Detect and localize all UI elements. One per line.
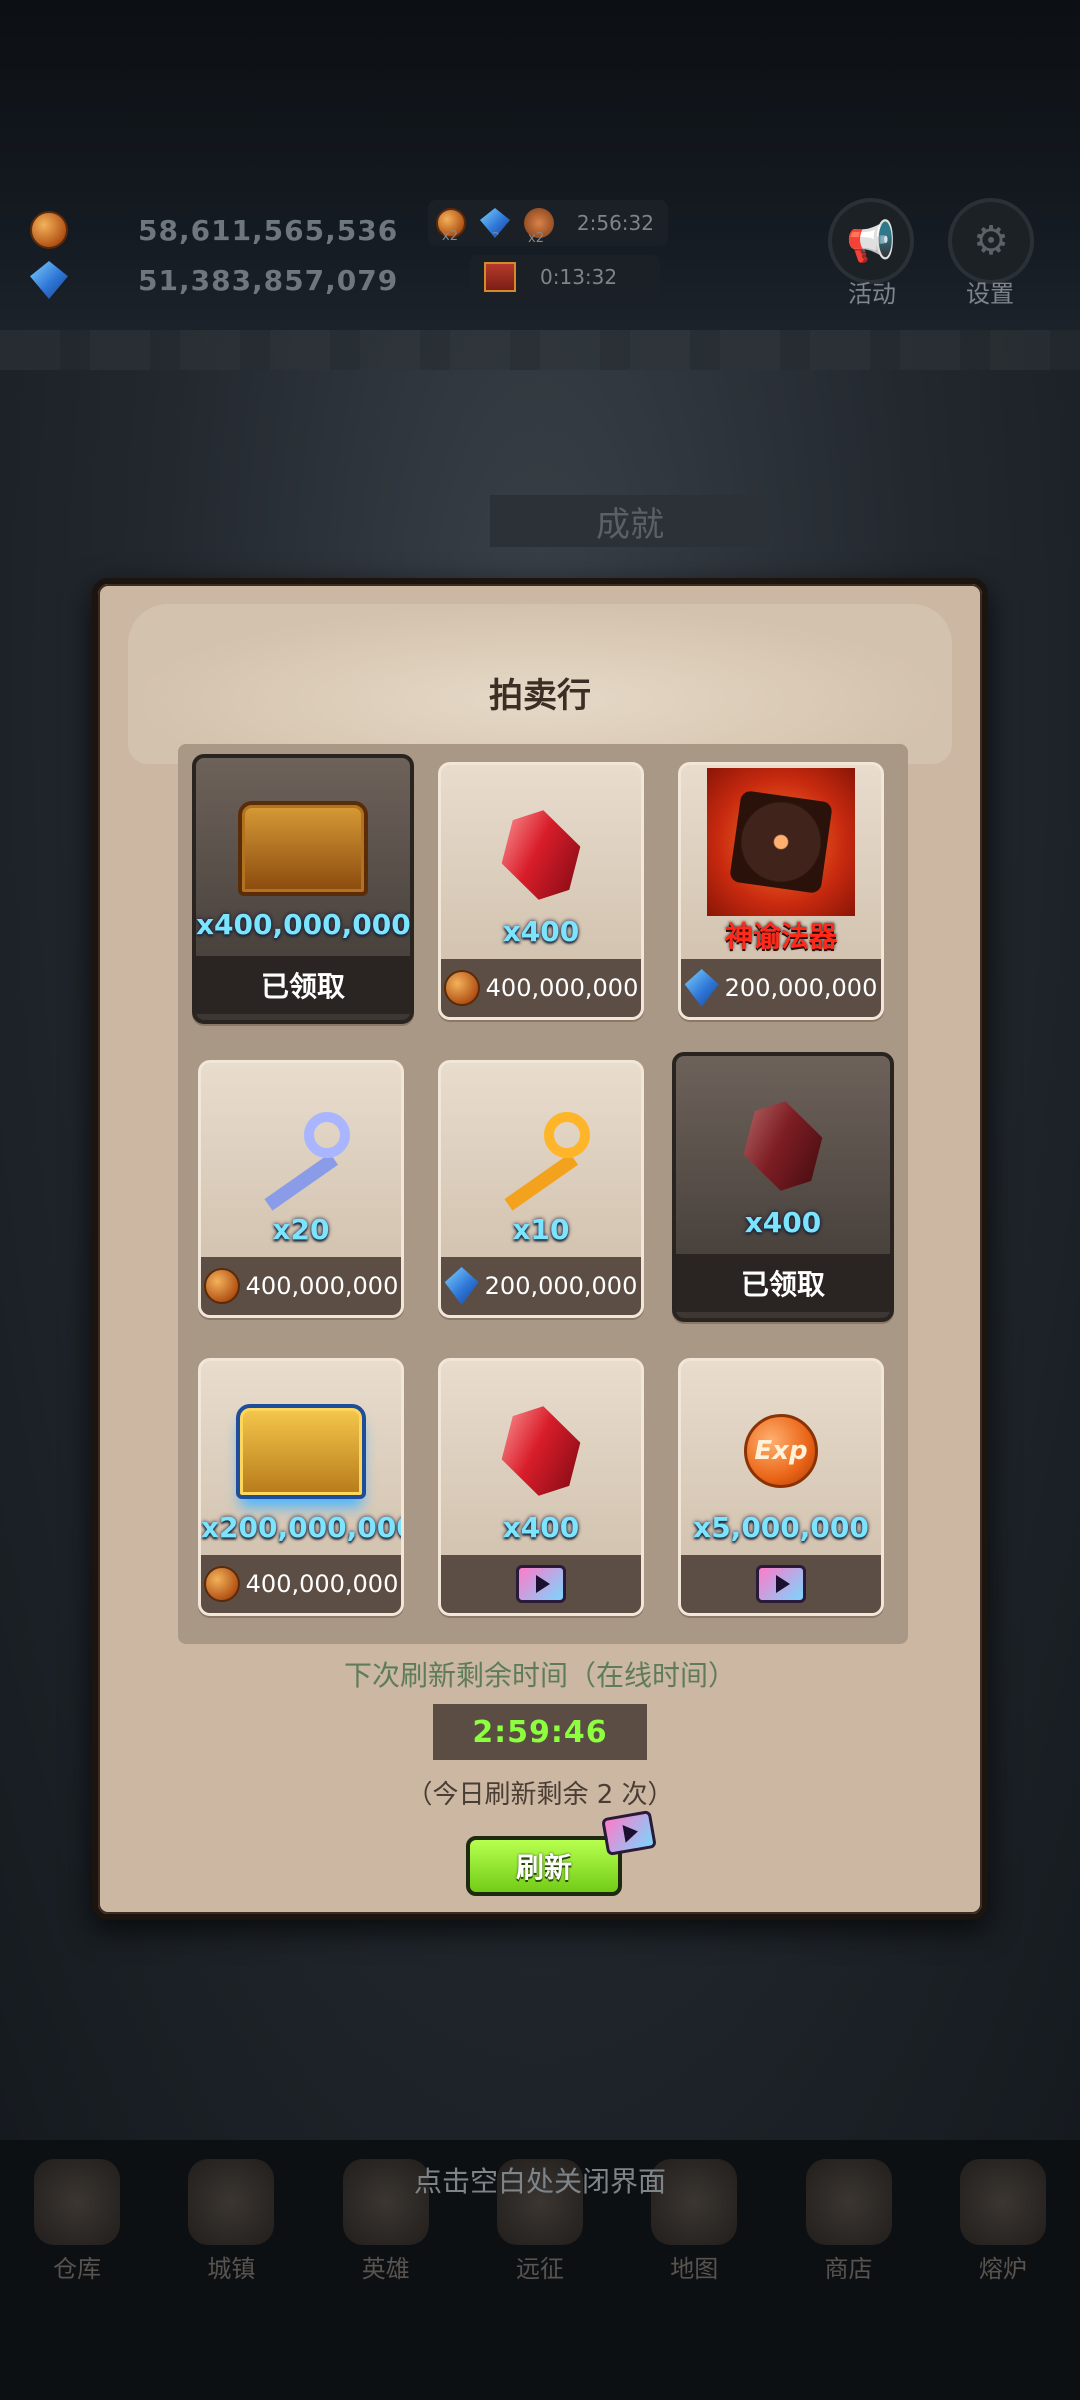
events-label: 活动 bbox=[848, 280, 896, 308]
gold-counter: 58,611,565,536 bbox=[30, 206, 397, 254]
diamond-amount: 51,383,857,079 bbox=[138, 263, 399, 297]
refresh-timer: 2:59:46 bbox=[433, 1704, 647, 1760]
diamond-counter: 51,383,857,079 bbox=[30, 256, 397, 304]
price-tag[interactable]: 200,000,000 bbox=[441, 1257, 641, 1315]
price-tag[interactable]: 200,000,000 bbox=[681, 959, 881, 1017]
boost-timer: 2:56:32 bbox=[576, 211, 654, 235]
gold-coin-icon bbox=[30, 211, 68, 249]
refresh-info: 下次刷新剩余时间（在线时间） bbox=[343, 1659, 736, 1692]
item-quantity: x5,000,000 bbox=[693, 1511, 869, 1544]
panel-title: 拍卖行 bbox=[489, 676, 591, 716]
price-tag[interactable]: 400,000,000 bbox=[441, 959, 641, 1017]
item-quantity: x400 bbox=[502, 915, 580, 948]
item-quantity: x400 bbox=[744, 1206, 822, 1239]
video-icon bbox=[516, 1565, 566, 1603]
auction-item-5[interactable]: x10 200,000,000 bbox=[438, 1060, 644, 1318]
diamond-boost-icon: x2 bbox=[480, 208, 510, 238]
refresh-button[interactable]: 刷新 bbox=[466, 1836, 622, 1896]
gold-chest-icon bbox=[238, 800, 368, 896]
watch-video-price[interactable] bbox=[681, 1555, 881, 1613]
gold-coin-icon bbox=[203, 1566, 240, 1602]
item-quantity: x400,000,000 bbox=[196, 908, 411, 941]
auction-item-4[interactable]: x20 400,000,000 bbox=[198, 1060, 404, 1318]
auction-item-8[interactable]: x400 bbox=[438, 1358, 644, 1616]
ruby-icon bbox=[490, 803, 592, 908]
gold-coin-icon bbox=[203, 1268, 240, 1304]
gold-key-icon bbox=[486, 1108, 596, 1211]
diamond-icon bbox=[684, 969, 719, 1007]
auction-item-7[interactable]: x200,000,000 400,000,000 bbox=[198, 1358, 404, 1616]
claimed-status: 已领取 bbox=[676, 1254, 890, 1312]
close-hint: 点击空白处关闭界面 bbox=[413, 2165, 666, 2198]
remaining-refreshes: （今日刷新剩余 2 次） bbox=[406, 1780, 674, 1810]
artifact-icon bbox=[707, 768, 855, 916]
gold-boost-icon: x2 bbox=[436, 208, 466, 244]
item-quantity: x400 bbox=[502, 1511, 580, 1544]
boost-status[interactable]: x2 x2 x2 2:56:32 bbox=[428, 200, 668, 246]
diamond-icon bbox=[444, 1267, 479, 1305]
megaphone-icon: 📢 bbox=[846, 218, 896, 265]
watch-video-price[interactable] bbox=[441, 1555, 641, 1613]
gift-timer-box[interactable]: 0:13:32 bbox=[470, 255, 660, 299]
gift-timer: 0:13:32 bbox=[540, 265, 618, 289]
gear-icon: ⚙ bbox=[973, 218, 1009, 264]
hero-boost-icon: x2 bbox=[524, 208, 554, 246]
exp-orb-icon: Exp bbox=[744, 1414, 818, 1488]
auction-item-9[interactable]: Exp x5,000,000 bbox=[678, 1358, 884, 1616]
refresh-video-badge bbox=[601, 1809, 657, 1857]
video-icon bbox=[601, 1809, 657, 1857]
settings-button[interactable]: ⚙ bbox=[948, 198, 1034, 284]
item-quantity: x200,000,000 bbox=[201, 1511, 404, 1544]
diamond-chest-icon bbox=[236, 1403, 366, 1499]
item-name: 神谕法器 bbox=[724, 920, 837, 953]
video-icon bbox=[756, 1565, 806, 1603]
background-title: 成就 bbox=[490, 495, 770, 547]
silver-key-icon bbox=[246, 1108, 356, 1211]
auction-item-1[interactable]: x400,000,000 已领取 bbox=[192, 754, 414, 1024]
item-quantity: x20 bbox=[272, 1213, 330, 1246]
auction-panel: 拍卖行 x400,000,000 已领取 x400 400,000,000 神谕… bbox=[92, 578, 988, 1920]
gift-icon bbox=[484, 262, 516, 292]
auction-item-2[interactable]: x400 400,000,000 bbox=[438, 762, 644, 1020]
auction-item-6[interactable]: x400 已领取 bbox=[672, 1052, 894, 1322]
ruby-icon bbox=[732, 1094, 834, 1199]
settings-label: 设置 bbox=[966, 280, 1014, 308]
ruby-icon bbox=[490, 1399, 592, 1504]
item-quantity: x10 bbox=[512, 1213, 570, 1246]
auction-item-3[interactable]: 神谕法器 200,000,000 bbox=[678, 762, 884, 1020]
events-button[interactable]: 📢 bbox=[828, 198, 914, 284]
diamond-icon bbox=[30, 261, 68, 299]
gold-coin-icon bbox=[443, 970, 480, 1006]
price-tag[interactable]: 400,000,000 bbox=[201, 1555, 401, 1613]
claimed-status: 已领取 bbox=[196, 956, 410, 1014]
gold-amount: 58,611,565,536 bbox=[138, 213, 399, 247]
price-tag[interactable]: 400,000,000 bbox=[201, 1257, 401, 1315]
